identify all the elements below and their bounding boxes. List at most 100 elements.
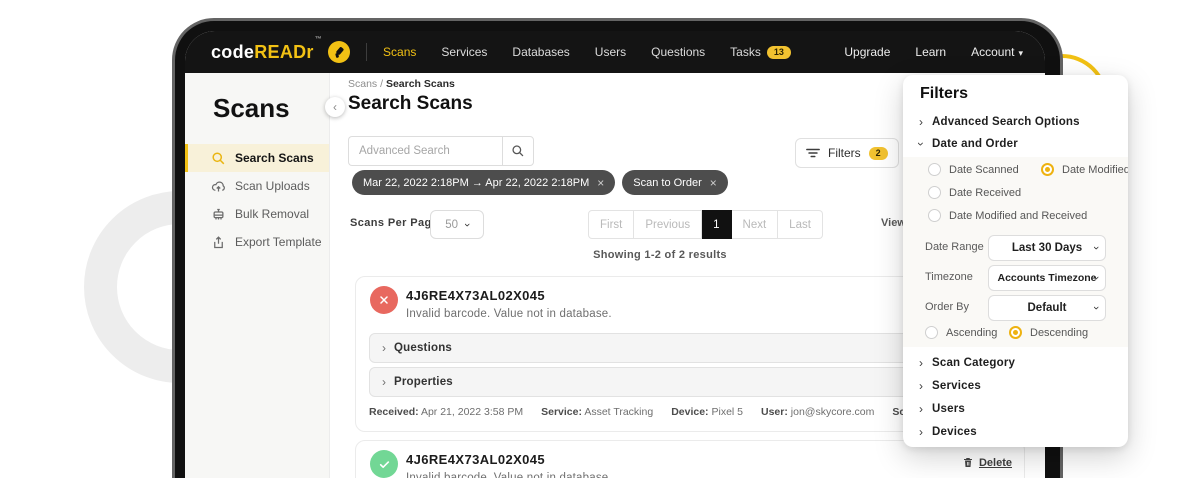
- section-users[interactable]: › Users: [919, 402, 965, 416]
- radio-label: Date Received: [949, 186, 1022, 199]
- radio-label: Date Modified and Received: [949, 209, 1088, 222]
- pagination-page-1[interactable]: 1: [702, 210, 732, 239]
- sidebar-title: Scans: [213, 93, 290, 123]
- per-page-select[interactable]: 50 ›: [430, 210, 484, 239]
- sidebar-item-bulk-removal[interactable]: Bulk Removal: [185, 200, 329, 228]
- section-label: Services: [932, 380, 981, 392]
- section-services[interactable]: › Services: [919, 379, 981, 393]
- nav-right: Upgrade Learn Account ▾: [844, 45, 1023, 59]
- filters-button[interactable]: Filters 2: [795, 138, 899, 168]
- brand-logo[interactable]: codeREADr™: [211, 35, 351, 63]
- nav-item-questions[interactable]: Questions: [651, 45, 705, 59]
- results-summary: Showing 1-2 of 2 results: [593, 249, 727, 261]
- marketing-screenshot: codeREADr™ Scans Services Databases User…: [0, 0, 1200, 478]
- chevron-right-icon: ›: [919, 402, 923, 416]
- sidebar-item-label: Export Template: [235, 235, 322, 249]
- pagination-previous[interactable]: Previous: [634, 210, 703, 239]
- nav-item-scans[interactable]: Scans: [383, 45, 416, 59]
- sidebar-item-search-scans[interactable]: Search Scans: [185, 144, 329, 172]
- section-label: Advanced Search Options: [932, 116, 1080, 128]
- chevron-down-icon: ›: [914, 142, 928, 146]
- chevron-down-icon: ›: [460, 222, 473, 227]
- service-chip[interactable]: Scan to Order ×: [622, 170, 728, 195]
- chip-label: Scan to Order: [633, 176, 702, 189]
- nav-divider: [366, 43, 368, 61]
- nav-item-services[interactable]: Services: [441, 45, 487, 59]
- cloud-upload-icon: [211, 179, 226, 194]
- chevron-right-icon: ›: [919, 379, 923, 393]
- chevron-down-icon: ›: [1090, 276, 1103, 280]
- breadcrumb[interactable]: Scans / Search Scans: [348, 78, 455, 90]
- radio-label: Date Modified: [1062, 163, 1128, 176]
- filters-panel: Filters › Advanced Search Options › Date…: [903, 75, 1128, 447]
- pagination-first[interactable]: First: [588, 210, 635, 239]
- accordion-label: Properties: [394, 376, 453, 388]
- nav-item-users[interactable]: Users: [595, 45, 626, 59]
- scanner-icon: [328, 41, 351, 63]
- trash-icon: [963, 458, 972, 467]
- radio-label: Ascending: [946, 326, 998, 339]
- barcode-value: 4J6RE4X73AL02X045: [406, 452, 546, 467]
- radio-icon: [928, 209, 941, 222]
- radio-date-modified[interactable]: Date Modified: [1041, 163, 1128, 176]
- invalid-status-icon: [370, 286, 398, 314]
- pagination-last[interactable]: Last: [778, 210, 823, 239]
- account-menu[interactable]: Account ▾: [971, 45, 1023, 59]
- filters-button-label: Filters: [828, 146, 861, 160]
- nav-item-tasks[interactable]: Tasks 13: [730, 45, 791, 59]
- nav-item-learn[interactable]: Learn: [915, 45, 946, 59]
- radio-ascending[interactable]: Ascending: [925, 326, 997, 339]
- sidebar-item-label: Search Scans: [235, 151, 314, 165]
- nav-links: Scans Services Databases Users Questions…: [383, 45, 791, 59]
- sidebar: Scans Search Scans Scan Uploads Bulk Rem…: [185, 73, 330, 478]
- radio-date-modified-and-received[interactable]: Date Modified and Received: [928, 209, 1087, 222]
- sidebar-item-scan-uploads[interactable]: Scan Uploads: [185, 172, 329, 200]
- scan-status-message: Invalid barcode. Value not in database.: [406, 308, 612, 320]
- radio-label: Date Scanned: [949, 163, 1019, 176]
- date-range-select[interactable]: Last 30 Days ›: [988, 235, 1106, 261]
- sidebar-collapse-button[interactable]: ‹: [325, 97, 345, 117]
- timezone-label: Timezone: [925, 271, 973, 283]
- scan-meta-row: Received: Apr 21, 2022 3:58 PM Service: …: [369, 406, 934, 418]
- barcode-value: 4J6RE4X73AL02X045: [406, 288, 546, 303]
- chip-close-icon[interactable]: ×: [710, 176, 717, 190]
- sidebar-item-export-template[interactable]: Export Template: [185, 228, 329, 256]
- radio-icon: [928, 186, 941, 199]
- section-advanced-search-options[interactable]: › Advanced Search Options: [919, 115, 1080, 129]
- section-date-and-order[interactable]: › Date and Order: [914, 137, 1018, 151]
- filter-chips: Mar 22, 2022 2:18PM → Apr 22, 2022 2:18P…: [352, 170, 728, 195]
- nav-item-upgrade[interactable]: Upgrade: [844, 45, 890, 59]
- pagination-next[interactable]: Next: [731, 210, 779, 239]
- chevron-right-icon: ›: [919, 356, 923, 370]
- section-scan-category[interactable]: › Scan Category: [919, 356, 1015, 370]
- search-button[interactable]: [502, 136, 534, 166]
- date-range-chip[interactable]: Mar 22, 2022 2:18PM → Apr 22, 2022 2:18P…: [352, 170, 616, 195]
- chevron-down-icon: ›: [1090, 246, 1103, 250]
- order-by-select[interactable]: Default ›: [988, 295, 1106, 321]
- radio-date-scanned[interactable]: Date Scanned: [928, 163, 1019, 176]
- nav-item-databases[interactable]: Databases: [512, 45, 569, 59]
- radio-icon: [1009, 326, 1022, 339]
- valid-status-icon: [370, 450, 398, 478]
- section-devices[interactable]: › Devices: [919, 425, 977, 439]
- export-icon: [211, 235, 226, 250]
- timezone-select[interactable]: Accounts Timezone ›: [988, 265, 1106, 291]
- section-label: Users: [932, 403, 965, 415]
- advanced-search-input[interactable]: [348, 136, 502, 166]
- delete-scan-link[interactable]: Delete: [962, 456, 1012, 469]
- delete-label: Delete: [978, 456, 1012, 469]
- select-value: Last 30 Days: [1011, 242, 1083, 254]
- chevron-down-icon: ›: [1090, 306, 1103, 310]
- tasks-count-badge: 13: [766, 45, 791, 59]
- pagination: First Previous 1 Next Last: [588, 210, 823, 239]
- radio-descending[interactable]: Descending: [1009, 326, 1088, 339]
- per-page-label: Scans Per Page:: [350, 217, 443, 229]
- chip-close-icon[interactable]: ×: [597, 176, 604, 190]
- search-icon: [512, 145, 524, 157]
- order-by-label: Order By: [925, 301, 970, 313]
- per-page-value: 50: [445, 218, 459, 231]
- page-title: Search Scans: [348, 93, 473, 114]
- radio-date-received[interactable]: Date Received: [928, 186, 1021, 199]
- brand-wordmark: codeREADr™: [211, 35, 323, 62]
- select-value: Default: [1027, 302, 1067, 314]
